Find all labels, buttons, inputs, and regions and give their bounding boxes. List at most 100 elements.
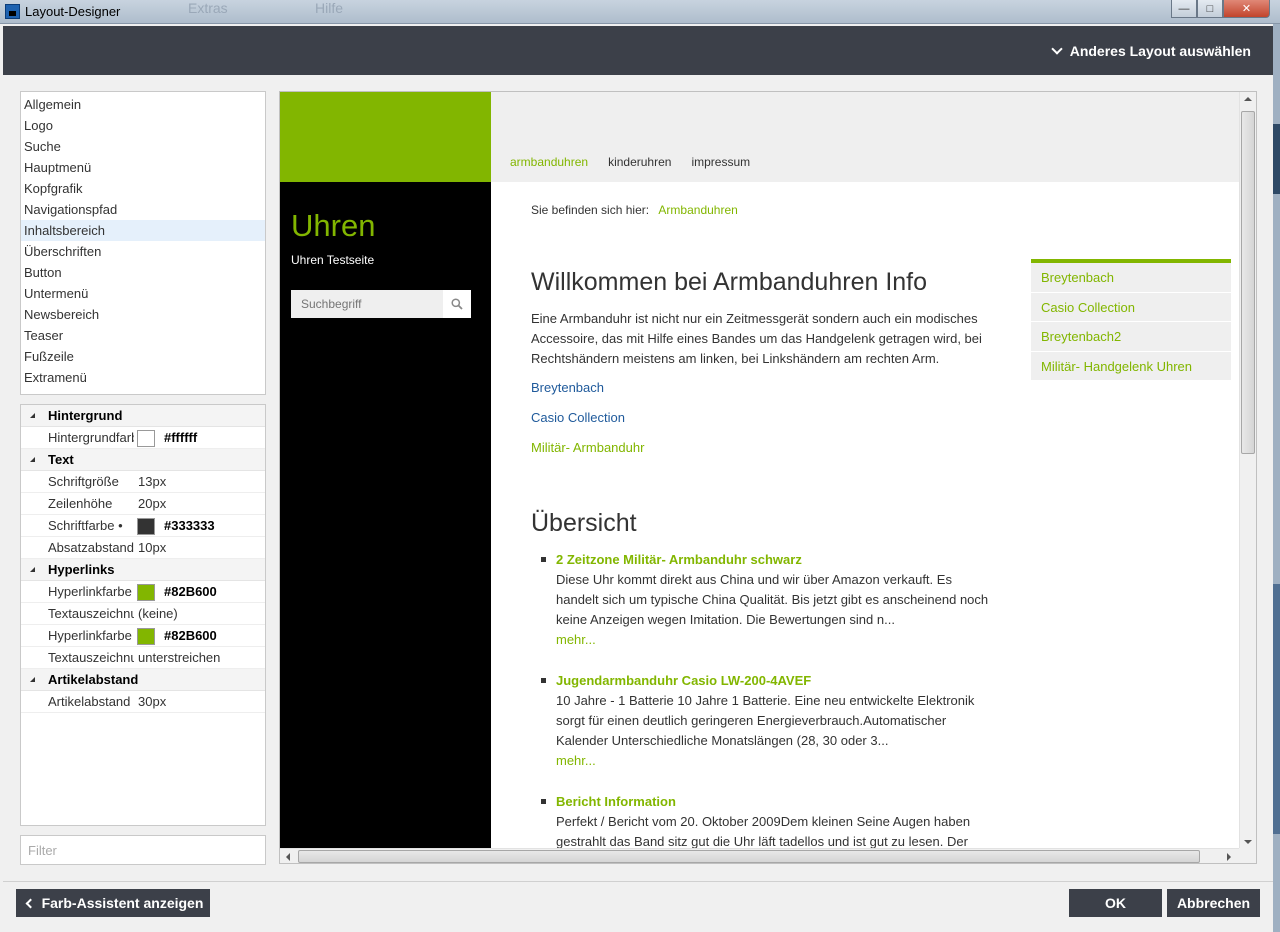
collapse-triangle-icon[interactable] — [30, 457, 35, 462]
site-nav-impressum[interactable]: impressum — [691, 155, 750, 169]
collapse-triangle-icon[interactable] — [30, 413, 35, 418]
prop-row-background-color[interactable]: Hintergrundfarbe #ffffff — [21, 427, 265, 449]
submenu-item-casio[interactable]: Casio Collection — [1031, 292, 1231, 322]
scroll-left-icon[interactable] — [286, 853, 290, 861]
color-assistant-label: Farb-Assistent anzeigen — [41, 895, 204, 911]
article-title[interactable]: Bericht Information — [541, 792, 996, 812]
prop-section-hyperlinks[interactable]: Hyperlinks — [21, 559, 265, 581]
prop-row-link-decoration[interactable]: Textauszeichnung (keine) — [21, 603, 265, 625]
minimize-button[interactable]: — — [1171, 0, 1197, 18]
color-swatch[interactable] — [137, 584, 155, 601]
minimize-icon: — — [1178, 2, 1190, 15]
site-nav-kinderuhren[interactable]: kinderuhren — [608, 155, 671, 169]
maximize-button[interactable]: □ — [1197, 0, 1223, 18]
section-list[interactable]: Allgemein Logo Suche Hauptmenü Kopfgrafi… — [20, 91, 266, 395]
layout-designer-window: Layout-Designer Extras Hilfe — □ ✕ Ander… — [0, 0, 1280, 932]
scroll-corner — [1239, 848, 1256, 863]
scroll-right-icon[interactable] — [1227, 853, 1231, 861]
app-icon — [5, 4, 20, 19]
section-item-logo[interactable]: Logo — [21, 115, 265, 136]
article-item: Bericht Information Perfekt / Bericht vo… — [541, 792, 996, 852]
section-item-fusszeile[interactable]: Fußzeile — [21, 346, 265, 367]
collapse-triangle-icon[interactable] — [30, 677, 35, 682]
prop-value[interactable]: #82B600 — [164, 581, 217, 603]
horizontal-scrollbar[interactable] — [280, 848, 1239, 863]
prop-row-font-size[interactable]: Schriftgröße 13px — [21, 471, 265, 493]
prop-section-text[interactable]: Text — [21, 449, 265, 471]
site-nav-armbanduhren[interactable]: armbanduhren — [510, 155, 588, 169]
prop-row-line-height[interactable]: Zeilenhöhe 20px — [21, 493, 265, 515]
color-assistant-button[interactable]: Farb-Assistent anzeigen — [16, 889, 210, 917]
prop-value[interactable]: 30px — [138, 691, 166, 713]
content-link-militaer[interactable]: Militär- Armbanduhr — [531, 440, 644, 455]
section-item-untermenue[interactable]: Untermenü — [21, 283, 265, 304]
prop-value[interactable]: unterstreichen — [138, 647, 220, 669]
layout-preview[interactable]: armbanduhren kinderuhren impressum Uhren… — [279, 91, 1257, 864]
section-item-newsbereich[interactable]: Newsbereich — [21, 304, 265, 325]
prop-row-paragraph-spacing[interactable]: Absatzabstand 10px — [21, 537, 265, 559]
filter-input[interactable]: Filter — [20, 835, 266, 865]
prop-section-artikelabstand[interactable]: Artikelabstand — [21, 669, 265, 691]
prop-row-link-hover-decoration[interactable]: Textauszeichnung unterstreichen — [21, 647, 265, 669]
prop-value[interactable]: 20px — [138, 493, 166, 515]
color-swatch[interactable] — [137, 518, 155, 535]
article-title[interactable]: Jugendarmbanduhr Casio LW-200-4AVEF — [541, 671, 996, 691]
scroll-down-icon[interactable] — [1244, 840, 1252, 844]
choose-layout-button[interactable]: Anderes Layout auswählen — [1051, 42, 1251, 59]
prop-section-title: Text — [48, 452, 74, 467]
search-button[interactable] — [443, 290, 471, 318]
section-item-suche[interactable]: Suche — [21, 136, 265, 157]
title-bar[interactable]: Layout-Designer Extras Hilfe — □ ✕ — [0, 0, 1280, 24]
color-swatch[interactable] — [137, 430, 155, 447]
color-swatch[interactable] — [137, 628, 155, 645]
article-more-link[interactable]: mehr... — [556, 630, 996, 650]
content-link-breytenbach[interactable]: Breytenbach — [531, 380, 604, 395]
ok-button[interactable]: OK — [1069, 889, 1162, 917]
prop-row-article-spacing[interactable]: Artikelabstand 30px — [21, 691, 265, 713]
article-title[interactable]: 2 Zeitzone Militär- Armbanduhr schwarz — [541, 550, 996, 570]
site-subtitle: Uhren Testseite — [291, 253, 375, 267]
prop-row-text-color[interactable]: Schriftfarbe • #333333 — [21, 515, 265, 537]
section-item-extramenue[interactable]: Extramenü — [21, 367, 265, 388]
section-item-button[interactable]: Button — [21, 262, 265, 283]
content-link-casio[interactable]: Casio Collection — [531, 410, 625, 425]
prop-value[interactable]: (keine) — [138, 603, 178, 625]
chevron-left-icon — [25, 898, 36, 908]
prop-row-link-color[interactable]: Hyperlinkfarbe #82B600 — [21, 581, 265, 603]
vertical-scroll-thumb[interactable] — [1241, 111, 1255, 454]
prop-label: Absatzabstand — [48, 540, 134, 555]
prop-value[interactable]: #ffffff — [164, 427, 197, 449]
section-item-inhaltsbereich[interactable]: Inhaltsbereich — [21, 220, 265, 241]
horizontal-scroll-thumb[interactable] — [298, 850, 1200, 863]
submenu-item-breytenbach[interactable]: Breytenbach — [1031, 263, 1231, 293]
close-button[interactable]: ✕ — [1223, 0, 1270, 18]
maximize-icon: □ — [1206, 2, 1214, 15]
prop-value[interactable]: 13px — [138, 471, 166, 493]
prop-label: Hyperlinkfarbe — [48, 628, 132, 643]
prop-value[interactable]: #333333 — [164, 515, 215, 537]
article-more-link[interactable]: mehr... — [556, 751, 996, 771]
site-search-box — [291, 290, 471, 318]
cancel-button[interactable]: Abbrechen — [1167, 889, 1260, 917]
section-item-navigationspfad[interactable]: Navigationspfad — [21, 199, 265, 220]
section-item-kopfgrafik[interactable]: Kopfgrafik — [21, 178, 265, 199]
submenu-item-militaer[interactable]: Militär- Handgelenk Uhren — [1031, 351, 1231, 381]
section-item-allgemein[interactable]: Allgemein — [21, 94, 265, 115]
desktop-edge-shade — [1273, 584, 1280, 834]
section-item-hauptmenue[interactable]: Hauptmenü — [21, 157, 265, 178]
prop-label: Artikelabstand — [48, 694, 131, 709]
vertical-scrollbar[interactable] — [1239, 92, 1256, 848]
scroll-up-icon[interactable] — [1244, 97, 1252, 101]
prop-section-hintergrund[interactable]: Hintergrund — [21, 405, 265, 427]
site-search-input[interactable] — [291, 290, 441, 318]
prop-value[interactable]: #82B600 — [164, 625, 217, 647]
footer-divider — [3, 881, 1273, 882]
section-item-ueberschriften[interactable]: Überschriften — [21, 241, 265, 262]
prop-value[interactable]: 10px — [138, 537, 166, 559]
collapse-triangle-icon[interactable] — [30, 567, 35, 572]
section-item-teaser[interactable]: Teaser — [21, 325, 265, 346]
submenu-item-breytenbach2[interactable]: Breytenbach2 — [1031, 322, 1231, 352]
article-text: Perfekt / Bericht vom 20. Oktober 2009De… — [556, 814, 971, 849]
prop-row-link-hover-color[interactable]: Hyperlinkfarbe #82B600 — [21, 625, 265, 647]
breadcrumb-link[interactable]: Armbanduhren — [658, 203, 737, 217]
